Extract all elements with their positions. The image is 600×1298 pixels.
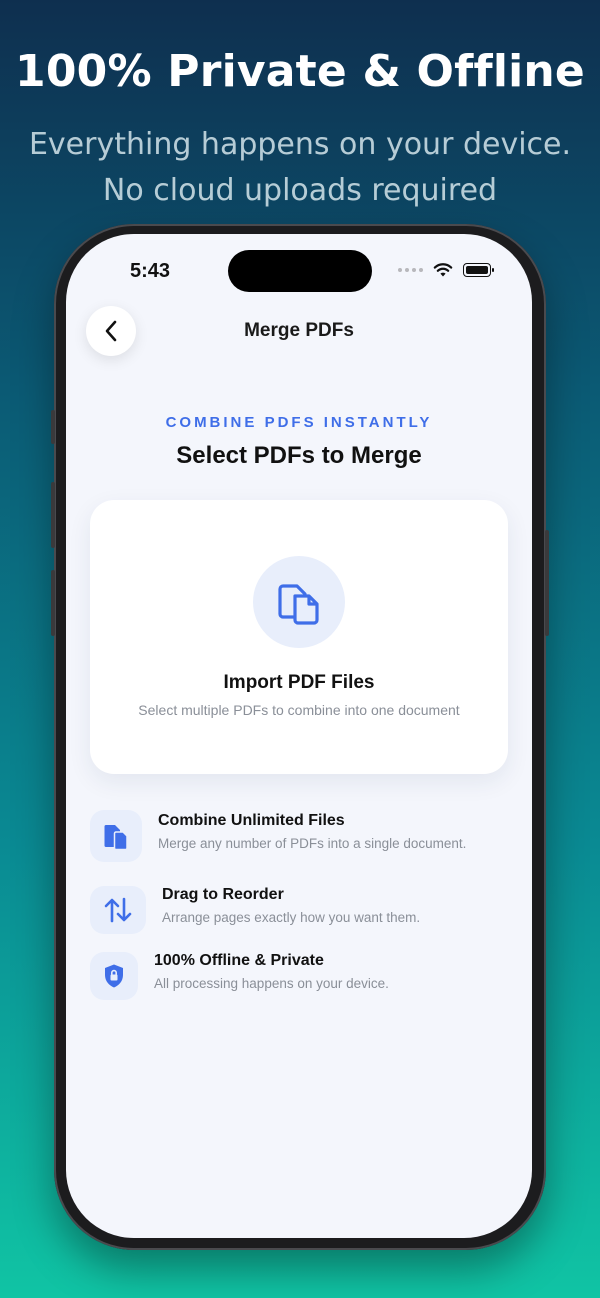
documents-icon	[104, 825, 128, 851]
section-eyebrow: COMBINE PDFS INSTANTLY	[165, 414, 433, 431]
import-title: Import PDF Files	[223, 672, 375, 693]
volume-down-button	[51, 570, 55, 636]
promo-subline: Everything happens on your device. No cl…	[0, 122, 600, 214]
battery-icon	[463, 263, 494, 277]
dynamic-island	[228, 250, 372, 292]
app-screen: 5:43 Merge PDFs COMBINE PDFS INSTANTLY S…	[66, 234, 532, 1238]
power-button	[545, 530, 549, 636]
shield-lock-icon	[105, 964, 123, 988]
feature-combine-unlimited: Combine Unlimited Files Merge any number…	[90, 810, 508, 866]
section-heading: Select PDFs to Merge	[176, 442, 422, 469]
wifi-icon	[433, 263, 453, 277]
feature-description: All processing happens on your device.	[154, 976, 389, 991]
feature-description: Merge any number of PDFs into a single d…	[158, 836, 467, 851]
feature-drag-reorder: Drag to Reorder Arrange pages exactly ho…	[90, 886, 508, 938]
import-icon-badge	[253, 556, 345, 648]
feature-title: Combine Unlimited Files	[158, 812, 345, 829]
feature-icon-badge	[90, 810, 142, 862]
cellular-signal-icon	[398, 268, 423, 272]
silent-switch	[51, 410, 55, 444]
promo-subline-1: Everything happens on your device.	[28, 127, 572, 162]
volume-up-button	[51, 482, 55, 548]
promo-subline-2: No cloud uploads required	[102, 173, 498, 208]
reorder-arrows-icon	[104, 897, 132, 923]
feature-title: 100% Offline & Private	[154, 952, 324, 969]
status-indicators	[398, 262, 494, 278]
status-time: 5:43	[130, 260, 171, 282]
promo-headline: 100% Private & Offline	[15, 46, 585, 97]
documents-icon	[278, 584, 319, 625]
feature-offline-private: 100% Offline & Private All processing ha…	[90, 952, 508, 1004]
import-subtitle: Select multiple PDFs to combine into one…	[138, 702, 460, 718]
feature-description: Arrange pages exactly how you want them.	[162, 910, 421, 925]
feature-icon-badge	[90, 886, 146, 934]
phone-frame: 5:43 Merge PDFs COMBINE PDFS INSTANTLY S…	[51, 224, 549, 1250]
feature-icon-badge	[90, 952, 138, 1000]
feature-title: Drag to Reorder	[162, 886, 284, 903]
import-pdf-card[interactable]: Import PDF Files Select multiple PDFs to…	[90, 500, 508, 774]
nav-title: Merge PDFs	[244, 320, 354, 341]
